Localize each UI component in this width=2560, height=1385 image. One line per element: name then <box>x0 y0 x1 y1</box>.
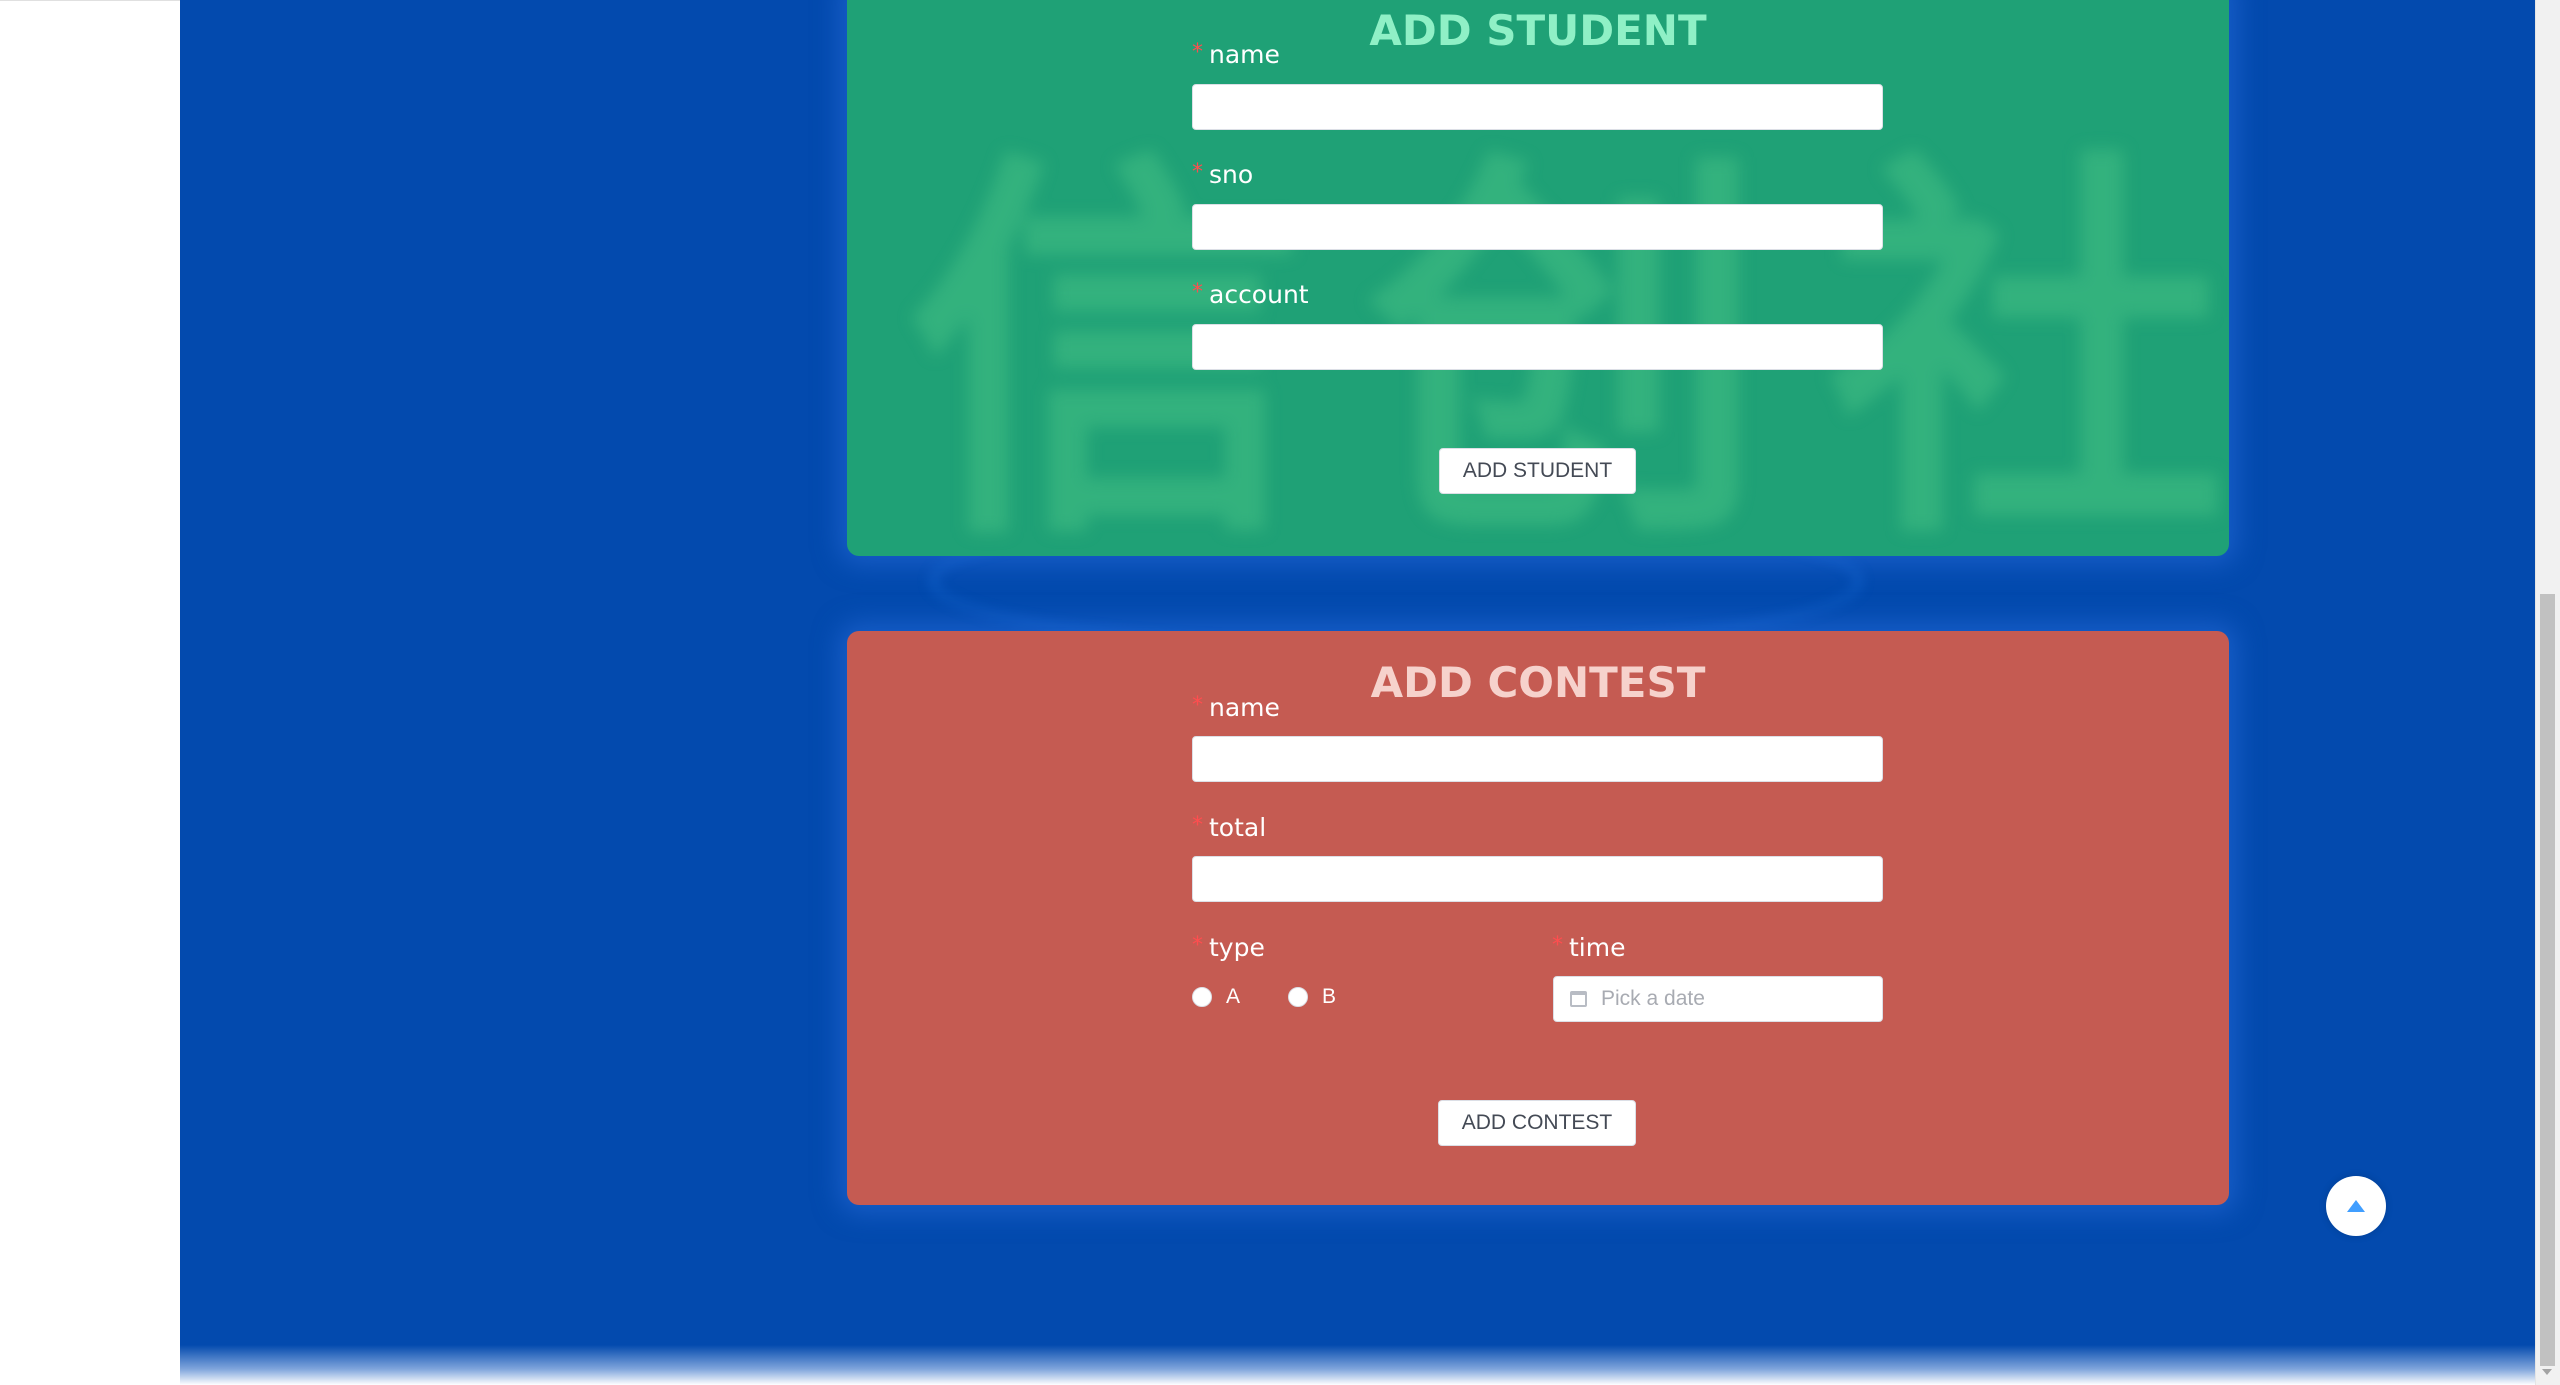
required-mark: * <box>1192 280 1203 305</box>
contest-total-input[interactable] <box>1192 856 1883 902</box>
contest-name-input[interactable] <box>1192 736 1883 782</box>
contest-type-label-text: type <box>1209 933 1265 962</box>
type-radio-b[interactable]: B <box>1288 985 1336 1009</box>
calendar-icon <box>1570 991 1587 1007</box>
student-name-label: * name <box>1192 40 1280 69</box>
required-mark: * <box>1192 693 1203 718</box>
contest-time-label-text: time <box>1569 933 1626 962</box>
required-mark: * <box>1192 933 1203 958</box>
page: 信创社 ADD STUDENT * name * sno * account ADD … <box>0 0 2560 1385</box>
type-radio-a[interactable]: A <box>1192 985 1240 1009</box>
add-student-title: ADD STUDENT <box>1369 6 1707 55</box>
caret-up-icon <box>2347 1200 2365 1212</box>
required-mark: * <box>1192 813 1203 838</box>
contest-total-label-text: total <box>1209 813 1267 842</box>
scroll-down-arrow-icon[interactable] <box>2542 1369 2552 1375</box>
contest-total-label: * total <box>1192 813 1266 842</box>
add-student-card: 信创社 ADD STUDENT * name * sno * account ADD … <box>847 0 2229 556</box>
back-to-top-button[interactable] <box>2326 1176 2386 1236</box>
required-mark: * <box>1192 40 1203 65</box>
contest-name-label-text: name <box>1209 693 1280 722</box>
add-contest-title: ADD CONTEST <box>1370 658 1706 707</box>
add-student-button[interactable]: ADD STUDENT <box>1439 448 1636 494</box>
add-contest-card: ADD CONTEST * name * total * type A B * time <box>847 631 2229 1205</box>
scrollbar-thumb[interactable] <box>2540 594 2555 1366</box>
type-radio-b-label: B <box>1322 985 1337 1008</box>
radio-circle[interactable] <box>1288 987 1308 1007</box>
student-account-label-text: account <box>1209 280 1309 309</box>
required-mark: * <box>1552 933 1563 958</box>
student-sno-input[interactable] <box>1192 204 1883 250</box>
student-name-input[interactable] <box>1192 84 1883 130</box>
date-picker-placeholder: Pick a date <box>1601 987 1705 1010</box>
student-sno-label-text: sno <box>1209 160 1254 189</box>
left-margin-divider <box>0 0 180 1</box>
contest-time-label: * time <box>1552 933 1625 962</box>
student-account-input[interactable] <box>1192 324 1883 370</box>
contest-name-label: * name <box>1192 693 1280 722</box>
bottom-fade <box>180 1345 2535 1385</box>
required-mark: * <box>1192 160 1203 185</box>
radio-circle[interactable] <box>1192 987 1212 1007</box>
student-sno-label: * sno <box>1192 160 1253 189</box>
type-radio-a-label: A <box>1226 985 1241 1008</box>
student-name-label-text: name <box>1209 40 1280 69</box>
contest-time-date-picker[interactable]: Pick a date <box>1553 976 1883 1022</box>
add-contest-button[interactable]: ADD CONTEST <box>1438 1100 1636 1146</box>
student-account-label: * account <box>1192 280 1309 309</box>
main-background: 信创社 ADD STUDENT * name * sno * account ADD … <box>180 0 2535 1385</box>
contest-type-label: * type <box>1192 933 1265 962</box>
